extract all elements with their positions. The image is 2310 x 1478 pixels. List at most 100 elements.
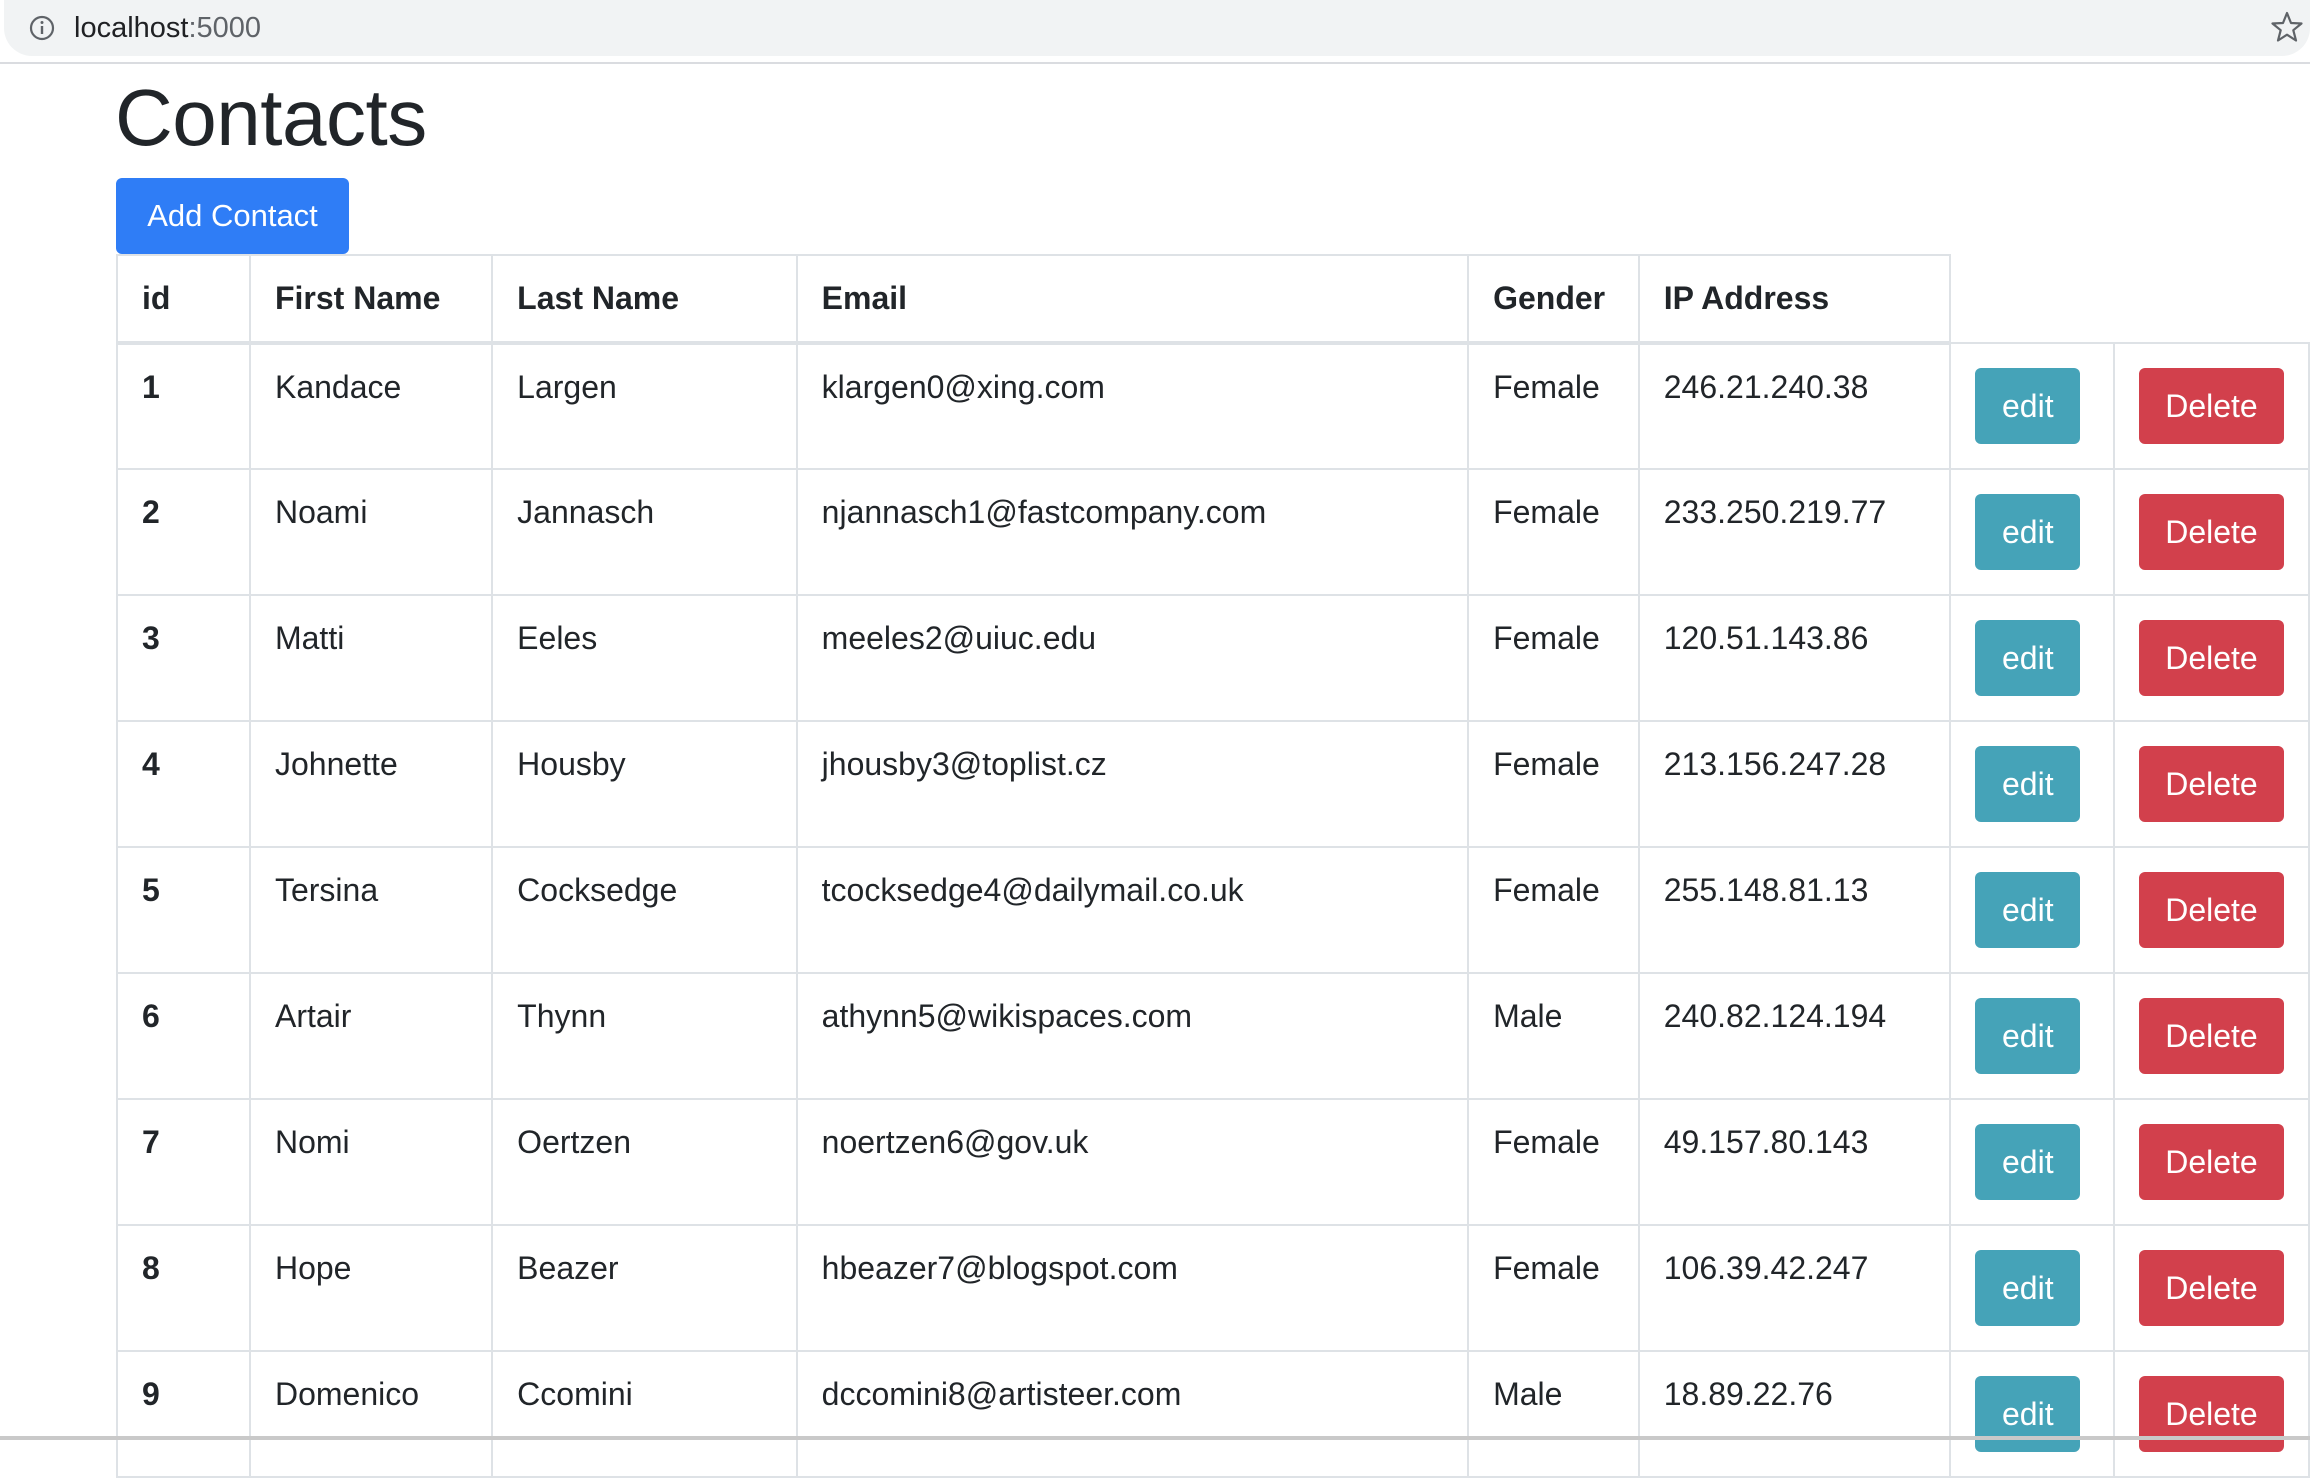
table-row: 7 Nomi Oertzen noertzen6@gov.uk Female 4… <box>116 1098 2310 1226</box>
cell-gender: Female <box>1467 342 1640 470</box>
cell-gender: Male <box>1467 1350 1640 1478</box>
cell-last-name: Housby <box>491 720 798 848</box>
delete-button[interactable]: Delete <box>2138 872 2284 948</box>
delete-button[interactable]: Delete <box>2138 1124 2284 1200</box>
delete-button[interactable]: Delete <box>2138 1250 2284 1326</box>
cell-id: 6 <box>116 972 251 1100</box>
cell-ip-address: 240.82.124.194 <box>1637 972 1952 1100</box>
cell-edit: edit <box>1949 972 2115 1100</box>
edit-button[interactable]: edit <box>1975 368 2081 444</box>
cell-last-name: Thynn <box>491 972 798 1100</box>
cell-first-name: Matti <box>248 594 494 722</box>
header-edit-empty <box>1950 255 2114 343</box>
cell-edit: edit <box>1949 594 2115 722</box>
cell-last-name: Largen <box>491 342 798 470</box>
edit-button[interactable]: edit <box>1975 1376 2081 1452</box>
cell-ip-address: 106.39.42.247 <box>1637 1224 1952 1352</box>
cell-last-name: Eeles <box>491 594 798 722</box>
cell-gender: Female <box>1467 594 1640 722</box>
cell-email: njannasch1@fastcompany.com <box>795 468 1470 596</box>
table-row: 5 Tersina Cocksedge tcocksedge4@dailymai… <box>116 846 2310 974</box>
cell-first-name: Noami <box>248 468 494 596</box>
cell-last-name: Oertzen <box>491 1098 798 1226</box>
page-title: Contacts <box>115 73 427 162</box>
cell-id: 7 <box>116 1098 251 1226</box>
delete-button[interactable]: Delete <box>2138 998 2284 1074</box>
browser-address-bar: localhost:5000 <box>0 0 2310 64</box>
info-icon[interactable] <box>28 14 56 42</box>
cell-gender: Male <box>1467 972 1640 1100</box>
cell-email: noertzen6@gov.uk <box>795 1098 1470 1226</box>
cell-gender: Female <box>1467 468 1640 596</box>
header-ip-address: IP Address <box>1637 254 1952 345</box>
cell-id: 2 <box>116 468 251 596</box>
edit-button[interactable]: edit <box>1975 494 2081 570</box>
cell-email: tcocksedge4@dailymail.co.uk <box>795 846 1470 974</box>
cell-first-name: Domenico <box>248 1350 494 1478</box>
header-first-name: First Name <box>248 254 494 345</box>
cell-email: klargen0@xing.com <box>795 342 1470 470</box>
delete-button[interactable]: Delete <box>2138 1376 2284 1452</box>
url-port: :5000 <box>188 12 262 44</box>
cell-edit: edit <box>1949 720 2115 848</box>
add-contact-button[interactable]: Add Contact <box>116 178 349 254</box>
table-header-row: id First Name Last Name Email Gender IP … <box>116 254 2309 345</box>
cell-delete: Delete <box>2112 594 2310 722</box>
cell-ip-address: 246.21.240.38 <box>1637 342 1952 470</box>
cell-ip-address: 18.89.22.76 <box>1637 1350 1952 1478</box>
cell-id: 5 <box>116 846 251 974</box>
cell-first-name: Johnette <box>248 720 494 848</box>
cell-first-name: Nomi <box>248 1098 494 1226</box>
cell-edit: edit <box>1949 1350 2115 1478</box>
cell-gender: Female <box>1467 720 1640 848</box>
cell-id: 3 <box>116 594 251 722</box>
cell-email: meeles2@uiuc.edu <box>795 594 1470 722</box>
delete-button[interactable]: Delete <box>2138 620 2284 696</box>
delete-button[interactable]: Delete <box>2138 746 2284 822</box>
window-bottom-edge <box>0 1436 2310 1440</box>
cell-id: 4 <box>116 720 251 848</box>
cell-delete: Delete <box>2112 1098 2310 1226</box>
cell-id: 8 <box>116 1224 251 1352</box>
table-row: 9 Domenico Ccomini dccomini8@artisteer.c… <box>116 1350 2310 1478</box>
header-email: Email <box>795 254 1470 345</box>
edit-button[interactable]: edit <box>1975 746 2081 822</box>
header-id: id <box>116 254 251 345</box>
cell-first-name: Hope <box>248 1224 494 1352</box>
url-field[interactable]: localhost:5000 <box>4 0 2310 56</box>
header-gender: Gender <box>1467 254 1640 345</box>
edit-button[interactable]: edit <box>1975 1124 2081 1200</box>
cell-first-name: Tersina <box>248 846 494 974</box>
delete-button[interactable]: Delete <box>2138 368 2284 444</box>
cell-gender: Female <box>1467 846 1640 974</box>
cell-first-name: Artair <box>248 972 494 1100</box>
cell-ip-address: 49.157.80.143 <box>1637 1098 1952 1226</box>
url-text[interactable]: localhost:5000 <box>74 10 261 46</box>
cell-email: athynn5@wikispaces.com <box>795 972 1470 1100</box>
star-icon[interactable] <box>2270 10 2304 44</box>
cell-email: dccomini8@artisteer.com <box>795 1350 1470 1478</box>
cell-delete: Delete <box>2112 720 2310 848</box>
table-row: 1 Kandace Largen klargen0@xing.com Femal… <box>116 342 2310 470</box>
cell-delete: Delete <box>2112 342 2310 470</box>
table-row: 8 Hope Beazer hbeazer7@blogspot.com Fema… <box>116 1224 2310 1352</box>
edit-button[interactable]: edit <box>1975 998 2081 1074</box>
cell-email: jhousby3@toplist.cz <box>795 720 1470 848</box>
cell-delete: Delete <box>2112 1224 2310 1352</box>
cell-edit: edit <box>1949 1224 2115 1352</box>
table-row: 6 Artair Thynn athynn5@wikispaces.com Ma… <box>116 972 2310 1100</box>
cell-ip-address: 233.250.219.77 <box>1637 468 1952 596</box>
cell-last-name: Ccomini <box>491 1350 798 1478</box>
cell-delete: Delete <box>2112 468 2310 596</box>
edit-button[interactable]: edit <box>1975 1250 2081 1326</box>
table-row: 2 Noami Jannasch njannasch1@fastcompany.… <box>116 468 2310 596</box>
cell-gender: Female <box>1467 1098 1640 1226</box>
delete-button[interactable]: Delete <box>2138 494 2284 570</box>
edit-button[interactable]: edit <box>1975 872 2081 948</box>
cell-edit: edit <box>1949 1098 2115 1226</box>
edit-button[interactable]: edit <box>1975 620 2081 696</box>
cell-first-name: Kandace <box>248 342 494 470</box>
cell-id: 9 <box>116 1350 251 1478</box>
table-row: 3 Matti Eeles meeles2@uiuc.edu Female 12… <box>116 594 2310 722</box>
cell-id: 1 <box>116 342 251 470</box>
